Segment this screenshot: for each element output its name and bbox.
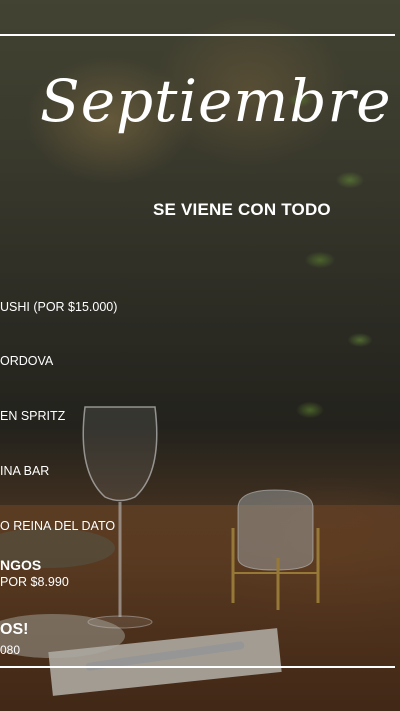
menu-item-price: POR $8.990	[0, 575, 69, 589]
menu-item: USHI (POR $15.000)	[0, 300, 118, 314]
menu-item: OS!	[0, 621, 29, 638]
menu-item-price: 080	[0, 643, 21, 657]
menu-item: ORDOVA	[0, 354, 54, 368]
menu-item: O REINA DEL DATO	[0, 519, 116, 533]
top-divider	[0, 34, 395, 36]
menu-item: NGOS	[0, 557, 42, 573]
bottom-divider	[0, 666, 395, 668]
menu-item: EN SPRITZ	[0, 409, 66, 423]
menu-item: INA BAR	[0, 464, 50, 478]
page-subtitle: SE VIENE CON TODO	[153, 200, 331, 219]
page-title: Septiembre	[40, 67, 392, 135]
